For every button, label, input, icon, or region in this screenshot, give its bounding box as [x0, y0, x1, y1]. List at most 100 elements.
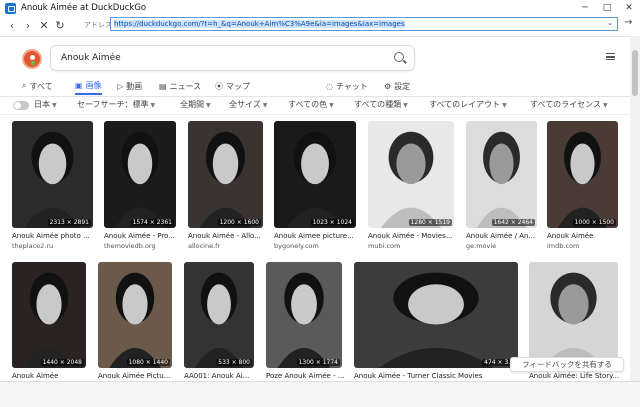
image-thumbnail[interactable]: 533 × 800 [184, 262, 254, 368]
tabs-divider [0, 96, 630, 97]
filter-time[interactable]: 全期間 ▼ [180, 99, 211, 110]
tab-label: すべて [29, 81, 53, 91]
tab-images[interactable]: ▣ 画像 [75, 77, 102, 95]
minimize-button[interactable]: ─ [574, 0, 596, 16]
back-button[interactable]: ‹ [4, 17, 20, 33]
image-result-title[interactable]: Anouk Aimée - Pro... [104, 232, 186, 240]
image-dimensions-badge: 533 × 800 [216, 359, 252, 366]
scrollbar[interactable] [630, 36, 640, 381]
filter-label: すべての色 [288, 100, 328, 109]
filter-region[interactable]: 日本 ▼ [34, 99, 57, 110]
tab-chat[interactable]: ◌ チャット [326, 77, 368, 95]
tab-label: チャット [335, 81, 368, 91]
image-result-title[interactable]: AA001: Anouk Ai... [184, 372, 264, 380]
chevron-down-icon: ▼ [52, 102, 57, 109]
image-result-source[interactable]: ge.movie [466, 242, 496, 250]
tab-settings[interactable]: ⚙ 設定 [384, 77, 410, 95]
maximize-button[interactable]: □ [596, 0, 618, 16]
filter-color[interactable]: すべての色 ▼ [288, 99, 334, 110]
address-dropdown-icon[interactable]: ⌄ [607, 19, 613, 27]
tab-all[interactable]: ⌕ すべて [22, 77, 53, 95]
image-result-title[interactable]: Anouk Aimée [547, 232, 628, 240]
image-result-source[interactable]: allocine.fr [188, 242, 220, 250]
filter-label: 全サイズ [229, 100, 261, 109]
tab-label: 動画 [126, 81, 143, 91]
image-thumbnail[interactable]: 1440 × 2048 [12, 262, 86, 368]
image-result-title[interactable]: Anouk Aimee picture... [274, 232, 366, 240]
refresh-button[interactable]: ↻ [52, 17, 68, 33]
tab-label: 設定 [394, 81, 411, 91]
tab-maps[interactable]: ⦿ マップ [215, 77, 250, 95]
url-input[interactable]: https://duckduckgo.com/?t=h_&q=Anouk+Aim… [110, 17, 618, 31]
image-result-source[interactable]: bygonely.com [274, 242, 319, 250]
image-dimensions-badge: 1000 × 1500 [572, 219, 616, 226]
tab-videos[interactable]: ▷ 動画 [117, 77, 142, 95]
image-result-title[interactable]: Anouk Aimée Pictu... [98, 372, 182, 380]
image-result-source[interactable]: mubi.com [368, 242, 400, 250]
stop-button[interactable]: ✕ [36, 17, 52, 33]
status-bar [0, 381, 640, 407]
tab-label: 画像 [85, 80, 102, 90]
tab-news[interactable]: ▤ ニュース [159, 77, 201, 95]
window-controls: ─ □ ✕ [574, 0, 640, 16]
page-content: Anouk Aimée ⌕ すべて ▣ 画像 ▷ 動画 ▤ ニュース ⦿ マップ… [0, 36, 640, 381]
image-thumbnail[interactable]: 1000 × 1500 [547, 121, 618, 228]
address-toolbar: ‹ › ✕ ↻ アドレス(D) https://duckduckgo.com/?… [0, 16, 640, 34]
map-pin-icon: ⦿ [215, 81, 223, 91]
chevron-down-icon: ▼ [150, 102, 156, 109]
close-window-button[interactable]: ✕ [618, 0, 640, 16]
image-dimensions-badge: 2313 × 2891 [47, 219, 91, 226]
tab-label: マップ [226, 81, 250, 91]
image-thumbnail[interactable] [529, 262, 618, 368]
image-thumbnail[interactable]: 1574 × 2361 [104, 121, 176, 228]
scrollbar-thumb[interactable] [632, 50, 638, 96]
menu-icon[interactable] [606, 53, 615, 60]
image-result-source[interactable]: theplace2.ru [12, 242, 53, 250]
image-result-title[interactable]: Anouk Aimée - Allo... [188, 232, 273, 240]
duckduckgo-logo[interactable] [22, 49, 42, 69]
filter-license[interactable]: すべてのライセンス ▼ [530, 99, 608, 110]
image-result-title[interactable]: Anouk Aimée - Turner Classic Movies [354, 372, 528, 380]
image-result-title[interactable]: Anouk Aimée: Life Story... [529, 372, 628, 380]
tab-label: ニュース [169, 81, 202, 91]
feedback-button[interactable]: フィードバックを共有する [510, 357, 624, 372]
image-result-source[interactable]: imdb.com [547, 242, 579, 250]
filter-size[interactable]: 全サイズ ▼ [229, 99, 267, 110]
image-result-title[interactable]: Anouk Aimée - Movies... [368, 232, 464, 240]
image-result-title[interactable]: Anouk Aimée [12, 372, 96, 380]
magnifier-icon: ⌕ [22, 81, 27, 90]
chevron-down-icon: ▼ [502, 102, 507, 109]
image-result-title[interactable]: Anouk Aimée photo ... [12, 232, 103, 240]
region-toggle[interactable] [13, 101, 29, 110]
search-icon[interactable] [394, 52, 404, 62]
filter-type[interactable]: すべての種類 ▼ [354, 99, 408, 110]
chevron-down-icon: ▼ [206, 102, 211, 109]
image-result-title[interactable]: Poze Anouk Aimée - ... [266, 372, 352, 380]
image-icon: ▣ [75, 80, 83, 90]
go-button[interactable]: → [624, 17, 632, 28]
title-bar: Anouk Aimée at DuckDuckGo ─ □ ✕ [0, 0, 640, 16]
filter-label: 日本 [34, 100, 50, 109]
image-dimensions-badge: 1300 × 1774 [296, 359, 340, 366]
image-thumbnail[interactable]: 1080 × 1440 [98, 262, 172, 368]
image-thumbnail[interactable]: 474 × 3... [354, 262, 518, 368]
image-thumbnail[interactable]: 1023 × 1024 [274, 121, 356, 228]
image-thumbnail[interactable]: 1200 × 1600 [188, 121, 263, 228]
image-result-source[interactable]: themoviedb.org [104, 242, 156, 250]
filter-layout[interactable]: すべてのレイアウト ▼ [429, 99, 507, 110]
image-thumbnail[interactable]: 1642 × 2464 [466, 121, 537, 228]
play-icon: ▷ [117, 81, 124, 91]
image-thumbnail[interactable]: 1300 × 1774 [266, 262, 342, 368]
image-thumbnail[interactable]: 1280 × 1519 [368, 121, 454, 228]
chat-icon: ◌ [326, 81, 333, 91]
window-title: Anouk Aimée at DuckDuckGo [21, 3, 147, 13]
browser-app-icon [5, 2, 16, 14]
search-input[interactable]: Anouk Aimée [50, 45, 415, 71]
search-query-text: Anouk Aimée [61, 53, 121, 63]
forward-button[interactable]: › [20, 17, 36, 33]
filter-safesearch[interactable]: セーフサーチ：標準 ▼ [77, 99, 155, 110]
image-thumbnail[interactable]: 2313 × 2891 [12, 121, 93, 228]
image-dimensions-badge: 1080 × 1440 [126, 359, 170, 366]
search-tabs: ⌕ すべて ▣ 画像 ▷ 動画 ▤ ニュース ⦿ マップ ◌ チャット ⚙ 設定 [0, 77, 630, 95]
image-result-title[interactable]: Anouk Aimée / An... [466, 232, 547, 240]
